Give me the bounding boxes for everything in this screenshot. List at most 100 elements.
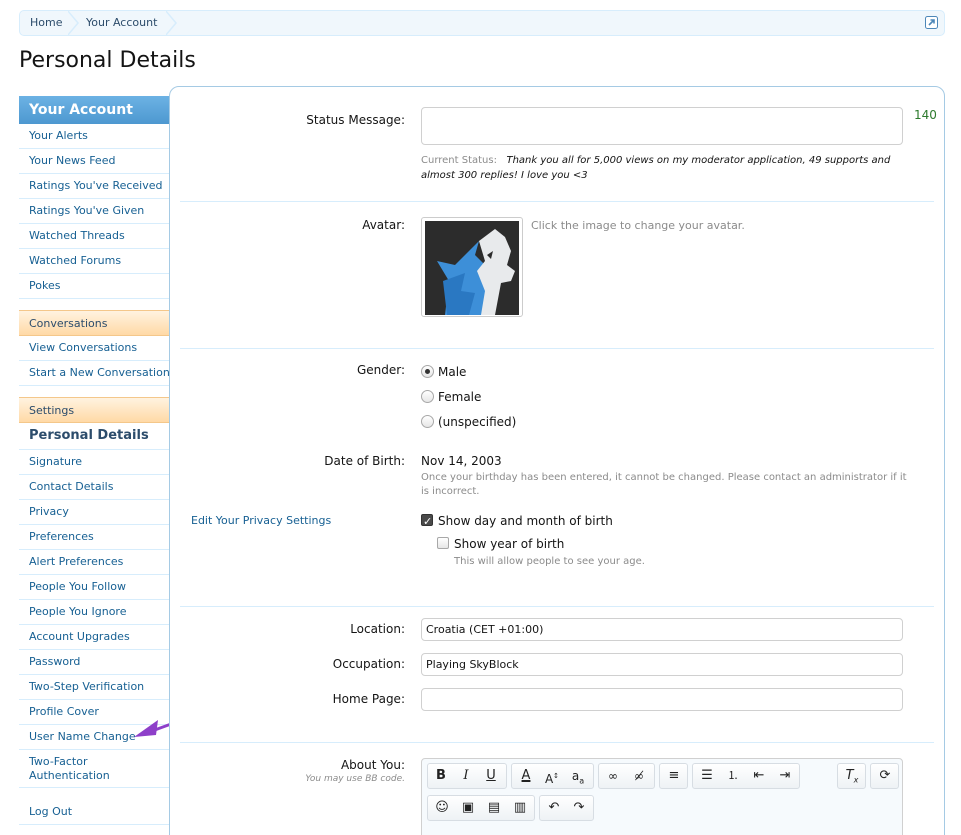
occupation-input[interactable] — [421, 653, 903, 676]
show-day-month-label: Show day and month of birth — [438, 514, 613, 528]
sidebar-header-your-account[interactable]: Your Account — [19, 96, 169, 124]
about-you-editor[interactable]: B I U A A↕ aa ∞ ∞̸ ≡ ☰ ⒈ ⇤ ⇥ Tx ⟳ ☺ ▣ ▤ … — [421, 758, 903, 835]
section-divider — [180, 606, 934, 607]
sidebar-item-personal-details[interactable]: Personal Details — [19, 423, 169, 450]
avatar-hint: Click the image to change your avatar. — [531, 219, 745, 232]
bullet-list-icon[interactable]: ☰ — [696, 766, 718, 786]
location-input[interactable] — [421, 618, 903, 641]
gender-female-label: Female — [438, 390, 482, 404]
sidebar-item-people-you-ignore[interactable]: People You Ignore — [19, 600, 169, 625]
avatar-image[interactable] — [421, 217, 523, 317]
sidebar-item-start-conversation[interactable]: Start a New Conversation — [19, 361, 170, 386]
gender-label: Gender: — [356, 363, 405, 377]
dob-note: Once your birthday has been entered, it … — [421, 472, 907, 497]
toolbar-group-toggle: ⟳ — [870, 763, 899, 789]
link-icon[interactable]: ∞ — [602, 766, 624, 786]
sidebar-item-account-upgrades[interactable]: Account Upgrades — [19, 625, 169, 650]
toolbar-group-clear: Tx — [837, 763, 866, 789]
undo-icon[interactable]: ↶ — [543, 798, 565, 818]
image-icon[interactable]: ▣ — [457, 798, 479, 818]
font-color-icon[interactable]: A — [515, 766, 537, 786]
radio-male[interactable] — [421, 364, 434, 378]
sidebar-item-two-step-verification[interactable]: Two-Step Verification — [19, 675, 169, 700]
sidebar-item-your-alerts[interactable]: Your Alerts — [19, 124, 169, 149]
show-year-label: Show year of birth — [454, 537, 565, 551]
gender-unspecified-label: (unspecified) — [438, 415, 517, 429]
location-label: Location: — [350, 622, 405, 636]
section-divider — [180, 201, 934, 202]
radio-unspecified[interactable] — [421, 414, 434, 428]
sidebar-header-settings[interactable]: Settings — [19, 397, 169, 423]
gender-option-female[interactable]: Female — [421, 387, 481, 407]
outdent-icon[interactable]: ⇤ — [748, 766, 770, 786]
breadcrumb: Home Your Account — [19, 10, 945, 36]
media-icon[interactable]: ▤ — [483, 798, 505, 818]
sidebar-item-people-you-follow[interactable]: People You Follow — [19, 575, 169, 600]
toolbar-group-align: ≡ — [659, 763, 688, 789]
sidebar-item-watched-forums[interactable]: Watched Forums — [19, 249, 169, 274]
toolbar-group-links: ∞ ∞̸ — [598, 763, 655, 789]
sidebar-item-watched-threads[interactable]: Watched Threads — [19, 224, 169, 249]
sidebar-header-conversations[interactable]: Conversations — [19, 310, 169, 336]
status-char-counter: 140 — [914, 108, 937, 122]
sidebar-item-two-factor-auth[interactable]: Two-Factor Authentication — [19, 750, 169, 788]
dob-value: Nov 14, 2003 — [421, 454, 502, 468]
gender-male-label: Male — [438, 365, 467, 379]
sidebar-item-preferences[interactable]: Preferences — [19, 525, 169, 550]
unlink-icon[interactable]: ∞̸ — [628, 766, 650, 786]
sidebar-item-alert-preferences[interactable]: Alert Preferences — [19, 550, 169, 575]
toggle-bbcode-icon[interactable]: ⟳ — [874, 766, 896, 786]
section-divider — [180, 742, 934, 743]
gender-option-male[interactable]: Male — [421, 362, 466, 382]
remove-format-icon[interactable]: Tx — [841, 766, 863, 786]
redo-icon[interactable]: ↷ — [568, 798, 590, 818]
personal-details-form: Status Message: 140 Current Status: Than… — [169, 86, 945, 835]
font-size-icon[interactable]: A↕ — [541, 766, 563, 786]
sidebar-item-signature[interactable]: Signature — [19, 450, 169, 475]
status-message-label: Status Message: — [306, 113, 405, 127]
bold-icon[interactable]: B — [430, 766, 452, 786]
show-year-hint: This will allow people to see your age. — [454, 556, 645, 567]
toolbar-group-text-style: B I U — [427, 763, 507, 789]
section-divider — [180, 348, 934, 349]
sidebar-item-password[interactable]: Password — [19, 650, 169, 675]
show-day-month-option[interactable]: Show day and month of birth — [421, 511, 613, 532]
home-page-input[interactable] — [421, 688, 903, 711]
numbered-list-icon[interactable]: ⒈ — [722, 766, 744, 786]
home-page-label: Home Page: — [332, 692, 405, 706]
sidebar-item-view-conversations[interactable]: View Conversations — [19, 336, 169, 361]
underline-icon[interactable]: U — [480, 766, 502, 786]
avatar-label: Avatar: — [362, 218, 405, 232]
smilie-icon[interactable]: ☺ — [431, 798, 453, 818]
insert-more-icon[interactable]: ▥ — [509, 798, 531, 818]
sidebar-item-log-out[interactable]: Log Out — [19, 800, 169, 825]
show-day-month-checkbox[interactable] — [421, 512, 433, 532]
breadcrumb-your-account[interactable]: Your Account — [86, 11, 157, 35]
edit-privacy-settings-link[interactable]: Edit Your Privacy Settings — [191, 514, 331, 527]
sidebar-item-contact-details[interactable]: Contact Details — [19, 475, 169, 500]
status-message-input[interactable] — [421, 107, 903, 145]
font-family-icon[interactable]: aa — [567, 766, 589, 786]
breadcrumb-separator — [67, 10, 82, 36]
breadcrumb-home[interactable]: Home — [30, 11, 62, 35]
align-left-icon[interactable]: ≡ — [663, 766, 685, 786]
wolf-avatar-icon — [425, 221, 519, 315]
gender-option-unspecified[interactable]: (unspecified) — [421, 412, 516, 432]
sidebar-item-ratings-given[interactable]: Ratings You've Given — [19, 199, 169, 224]
sidebar-item-pokes[interactable]: Pokes — [19, 274, 169, 299]
italic-icon[interactable]: I — [455, 766, 477, 786]
sidebar-item-news-feed[interactable]: Your News Feed — [19, 149, 169, 174]
sidebar-item-ratings-received[interactable]: Ratings You've Received — [19, 174, 169, 199]
occupation-label: Occupation: — [332, 657, 405, 671]
show-year-checkbox[interactable] — [437, 537, 449, 549]
page-title: Personal Details — [19, 48, 196, 73]
radio-female[interactable] — [421, 389, 434, 403]
sidebar-item-privacy[interactable]: Privacy — [19, 500, 169, 525]
jump-to-icon[interactable] — [925, 16, 938, 29]
toolbar-group-history: ↶ ↷ — [539, 795, 594, 821]
indent-icon[interactable]: ⇥ — [774, 766, 796, 786]
show-year-option[interactable]: Show year of birth — [437, 534, 564, 554]
